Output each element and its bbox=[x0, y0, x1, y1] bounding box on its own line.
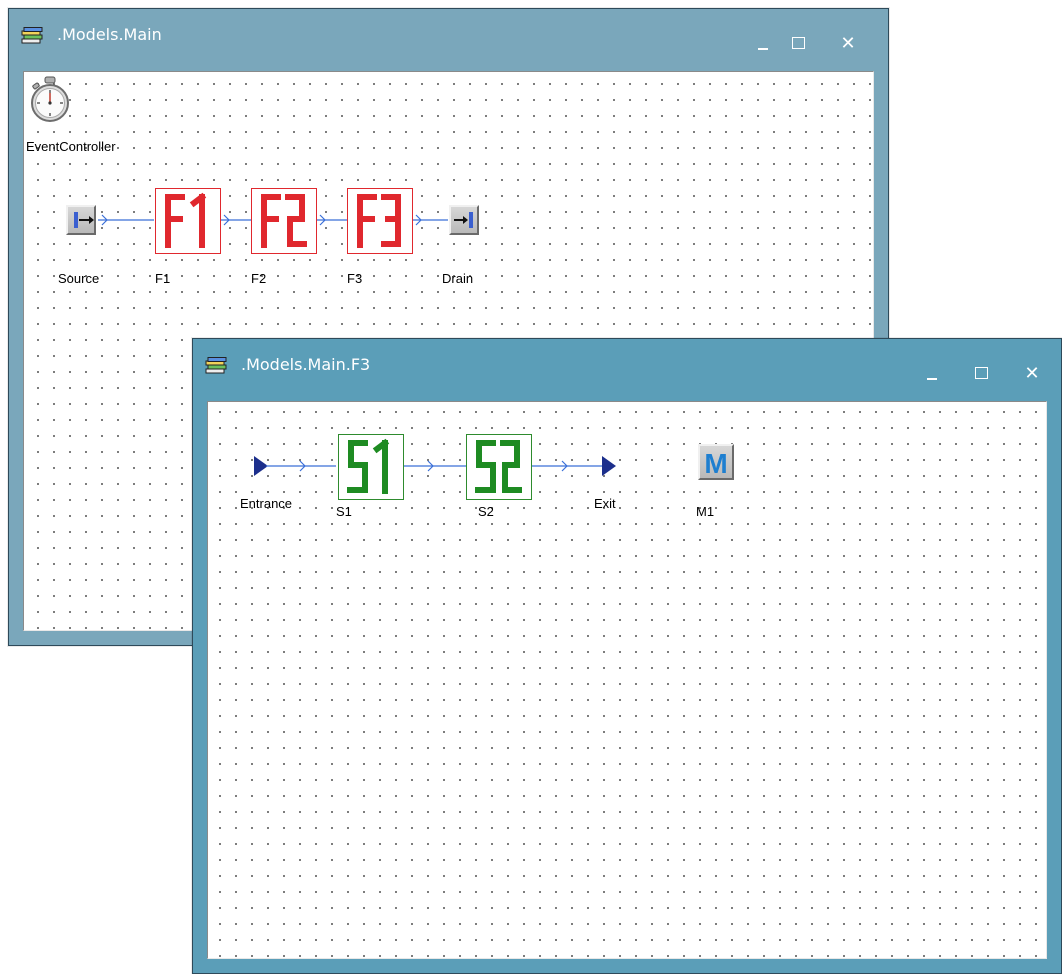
frame-icon bbox=[165, 192, 207, 248]
close-button[interactable]: ✕ bbox=[1015, 361, 1049, 385]
connector[interactable] bbox=[532, 460, 604, 472]
exit-object[interactable] bbox=[600, 454, 620, 478]
s2-label: S2 bbox=[478, 504, 494, 519]
station-s2[interactable] bbox=[466, 434, 532, 500]
drain-icon bbox=[454, 212, 473, 228]
exit-triangle-icon bbox=[602, 456, 616, 476]
close-icon: ✕ bbox=[1024, 362, 1040, 384]
source-object[interactable] bbox=[66, 205, 96, 235]
station-s1[interactable] bbox=[338, 434, 404, 500]
frame-stack-icon bbox=[21, 27, 43, 45]
station-icon bbox=[347, 438, 390, 494]
s1-label: S1 bbox=[336, 504, 352, 519]
f3-label: F3 bbox=[347, 271, 363, 286]
maximize-button[interactable] bbox=[781, 31, 815, 55]
maximize-icon bbox=[974, 367, 988, 379]
title-bar[interactable]: .Models.Main.F3 ✕ bbox=[193, 339, 1061, 399]
connector[interactable] bbox=[412, 214, 452, 226]
exit-label: Exit bbox=[594, 496, 616, 511]
model-canvas[interactable]: Entrance S1 S2 Exit M M1 bbox=[207, 401, 1047, 959]
frame-icon bbox=[261, 194, 307, 248]
window-title: .Models.Main bbox=[57, 25, 162, 44]
event-controller-label: EventController bbox=[26, 139, 116, 154]
m1-label: M1 bbox=[696, 504, 715, 519]
source-icon bbox=[74, 212, 94, 228]
station-icon bbox=[475, 440, 522, 493]
minimize-button[interactable] bbox=[915, 361, 949, 385]
drain-label: Drain bbox=[442, 271, 474, 286]
frame-icon bbox=[357, 194, 401, 248]
source-label: Source bbox=[58, 271, 100, 286]
minimize-icon bbox=[758, 48, 768, 50]
method-icon: M bbox=[704, 448, 727, 479]
event-controller[interactable] bbox=[28, 76, 72, 124]
close-button[interactable]: ✕ bbox=[831, 31, 865, 55]
entrance-label: Entrance bbox=[240, 496, 293, 511]
models-main-f3-window[interactable]: .Models.Main.F3 ✕ Entrance S1 S2 Exit M … bbox=[192, 338, 1062, 974]
minimize-icon bbox=[927, 378, 937, 380]
f2-label: F2 bbox=[251, 271, 267, 286]
title-bar[interactable]: .Models.Main ✕ bbox=[9, 9, 888, 69]
minimize-button[interactable] bbox=[746, 31, 780, 55]
method-m1[interactable]: M bbox=[698, 444, 734, 480]
svg-text:M: M bbox=[704, 448, 727, 478]
connector[interactable] bbox=[404, 460, 468, 472]
stopwatch-icon bbox=[31, 76, 69, 122]
frame-f3[interactable] bbox=[347, 188, 413, 254]
maximize-icon bbox=[791, 37, 805, 49]
close-icon: ✕ bbox=[840, 32, 856, 54]
connector[interactable] bbox=[266, 460, 338, 472]
maximize-button[interactable] bbox=[964, 361, 998, 385]
frame-f2[interactable] bbox=[251, 188, 317, 254]
frame-stack-icon bbox=[205, 357, 227, 375]
connector[interactable] bbox=[98, 214, 158, 226]
frame-f1[interactable] bbox=[155, 188, 221, 254]
f1-label: F1 bbox=[155, 271, 171, 286]
drain-object[interactable] bbox=[449, 205, 479, 235]
window-title: .Models.Main.F3 bbox=[241, 355, 371, 374]
